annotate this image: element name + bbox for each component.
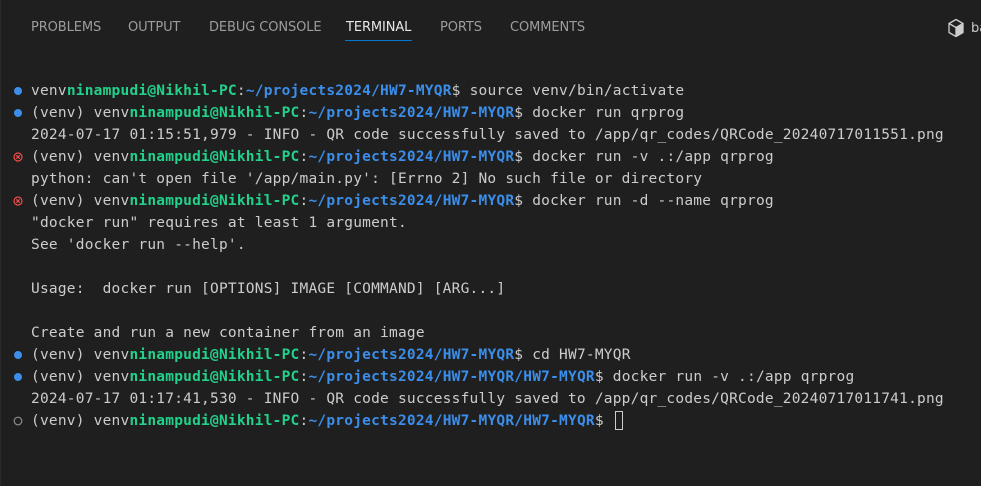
output-text: python: can't open file '/app/main.py': … (31, 171, 703, 187)
tab-comments[interactable]: COMMENTS (510, 19, 585, 37)
terminal-prompt-line: (venv) venvninampudi@Nikhil-PC:~/project… (1, 366, 981, 388)
prompt-path: ~/projects2024/HW7-MYQR (308, 105, 515, 121)
prompt-symbol: $ (514, 149, 533, 165)
prompt-symbol: $ (514, 347, 533, 363)
terminal-output-line: python: can't open file '/app/main.py': … (1, 168, 981, 190)
output-text: Usage: docker run [OPTIONS] IMAGE [COMMA… (31, 281, 506, 297)
tab-problems[interactable]: PROBLEMS (31, 19, 101, 37)
prompt-path: ~/projects2024/HW7-MYQR (308, 347, 515, 363)
prompt-user-host: ninampudi@Nikhil-PC (129, 105, 300, 121)
prompt-path: ~/projects2024/HW7-MYQR (245, 83, 452, 99)
command-default-icon[interactable] (13, 416, 23, 426)
prompt-env: (venv) venv (31, 105, 130, 121)
prompt-separator: : (236, 83, 246, 99)
command-text: docker run -v .:/app qrprog (612, 369, 855, 385)
command-text: cd HW7-MYQR (532, 347, 631, 363)
terminal-output-line: 2024-07-17 01:17:41,530 - INFO - QR code… (1, 388, 981, 410)
prompt-user-host: ninampudi@Nikhil-PC (129, 193, 300, 209)
prompt-symbol: $ (594, 369, 613, 385)
prompt-env: (venv) venv (31, 193, 130, 209)
tab-terminal[interactable]: TERMINAL (346, 19, 411, 37)
terminal-prompt-line: (venv) venvninampudi@Nikhil-PC:~/project… (1, 344, 981, 366)
terminal-prompt-line: venvninampudi@Nikhil-PC:~/projects2024/H… (1, 80, 981, 102)
terminal-prompt-line: (venv) venvninampudi@Nikhil-PC:~/project… (1, 410, 981, 432)
prompt-env: (venv) venv (31, 347, 130, 363)
prompt-path: ~/projects2024/HW7-MYQR/HW7-MYQR (308, 369, 595, 385)
prompt-symbol: $ (451, 83, 470, 99)
command-error-icon[interactable] (13, 152, 23, 162)
cube-icon[interactable] (947, 18, 965, 38)
terminal-prompt-line: (venv) venvninampudi@Nikhil-PC:~/project… (1, 146, 981, 168)
terminal-panel: PROBLEMS OUTPUT DEBUG CONSOLE TERMINAL P… (0, 0, 981, 486)
output-text: Create and run a new container from an i… (31, 325, 425, 341)
terminal-shell-label[interactable]: ba (971, 20, 981, 38)
prompt-path: ~/projects2024/HW7-MYQR (308, 149, 515, 165)
output-text: "docker run" requires at least 1 argumen… (31, 215, 407, 231)
terminal-output-line: 2024-07-17 01:15:51,979 - INFO - QR code… (1, 124, 981, 146)
command-error-icon[interactable] (13, 196, 23, 206)
output-text: 2024-07-17 01:15:51,979 - INFO - QR code… (31, 127, 944, 143)
terminal-output-line: "docker run" requires at least 1 argumen… (1, 212, 981, 234)
prompt-user-host: ninampudi@Nikhil-PC (129, 369, 300, 385)
command-success-icon[interactable] (13, 86, 23, 96)
prompt-env: venv (31, 83, 67, 99)
command-text: docker run -v .:/app qrprog (532, 149, 774, 165)
command-text: source venv/bin/activate (469, 83, 685, 99)
prompt-user-host: ninampudi@Nikhil-PC (129, 347, 300, 363)
output-text: 2024-07-17 01:17:41,530 - INFO - QR code… (31, 391, 944, 407)
command-text: docker run qrprog (532, 105, 685, 121)
command-text: docker run -d --name qrprog (532, 193, 774, 209)
active-tab-indicator (345, 40, 412, 41)
command-success-icon[interactable] (13, 108, 23, 118)
prompt-symbol: $ (514, 105, 533, 121)
prompt-user-host: ninampudi@Nikhil-PC (66, 83, 237, 99)
terminal-prompt-line: (venv) venvninampudi@Nikhil-PC:~/project… (1, 190, 981, 212)
terminal-output-line: Create and run a new container from an i… (1, 322, 981, 344)
terminal-cursor (614, 410, 623, 430)
command-success-icon[interactable] (13, 350, 23, 360)
command-success-icon[interactable] (13, 372, 23, 382)
terminal-output-line: See 'docker run --help'. (1, 234, 981, 256)
prompt-user-host: ninampudi@Nikhil-PC (129, 413, 300, 429)
prompt-user-host: ninampudi@Nikhil-PC (129, 149, 300, 165)
prompt-path: ~/projects2024/HW7-MYQR/HW7-MYQR (308, 413, 595, 429)
prompt-env: (venv) venv (31, 413, 130, 429)
prompt-symbol: $ (594, 413, 613, 429)
prompt-symbol: $ (514, 193, 533, 209)
terminal-output[interactable]: venvninampudi@Nikhil-PC:~/projects2024/H… (1, 80, 981, 486)
tab-debug-console[interactable]: DEBUG CONSOLE (209, 19, 322, 37)
tab-output[interactable]: OUTPUT (128, 19, 180, 37)
terminal-prompt-line: (venv) venvninampudi@Nikhil-PC:~/project… (1, 102, 981, 124)
prompt-env: (venv) venv (31, 149, 130, 165)
terminal-output-line: Usage: docker run [OPTIONS] IMAGE [COMMA… (1, 278, 981, 300)
panel-tab-bar: PROBLEMS OUTPUT DEBUG CONSOLE TERMINAL P… (1, 0, 981, 56)
tab-ports[interactable]: PORTS (440, 19, 482, 37)
output-text: See 'docker run --help'. (31, 237, 246, 253)
prompt-path: ~/projects2024/HW7-MYQR (308, 193, 515, 209)
prompt-env: (venv) venv (31, 369, 130, 385)
